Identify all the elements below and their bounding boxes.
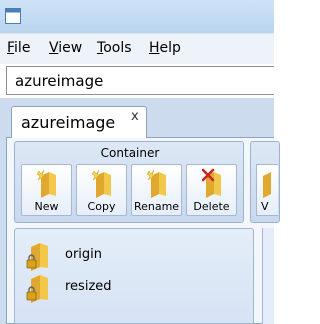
menu-help[interactable]: Help [149, 40, 181, 56]
locked-folder-icon [26, 243, 48, 271]
menu-tools[interactable]: Tools [97, 40, 132, 56]
menu-view[interactable]: View [49, 40, 82, 56]
tab-label: azureimage [21, 113, 116, 132]
copy-button-label: Copy [87, 200, 116, 213]
folder-icon [263, 172, 271, 198]
list-item-resized[interactable]: resized [26, 273, 146, 303]
tab-close-button[interactable]: x [131, 109, 139, 124]
copy-button[interactable]: Copy [76, 164, 127, 216]
partial-ribbon-button[interactable]: V [256, 164, 278, 216]
folder-delete-icon [202, 168, 221, 198]
new-button[interactable]: New [21, 164, 72, 216]
app-icon [5, 8, 21, 24]
new-button-label: New [34, 200, 59, 213]
folder-new-icon [37, 169, 56, 198]
partial-ribbon-button-label: V [261, 200, 269, 213]
list-item-label: origin [65, 247, 103, 262]
menu-bar: File View Tools Help [0, 33, 274, 64]
list-item-label: resized [65, 279, 112, 294]
folder-copy-icon [92, 169, 111, 198]
delete-button[interactable]: Delete [186, 164, 237, 216]
delete-button-label: Delete [193, 200, 230, 213]
list-item-origin[interactable]: origin [26, 241, 146, 271]
folder-rename-icon [147, 169, 166, 198]
tab-azureimage[interactable]: azureimage x [11, 106, 147, 138]
address-value: azureimage [15, 72, 104, 90]
ribbon-group-title: Container [100, 146, 160, 160]
menu-file[interactable]: File [7, 40, 30, 56]
address-input[interactable]: azureimage [6, 66, 274, 95]
title-bar [0, 0, 274, 33]
side-panel [262, 228, 274, 324]
locked-folder-icon [26, 275, 48, 303]
rename-button-label: Rename [133, 200, 180, 213]
rename-button[interactable]: Rename [131, 164, 182, 216]
